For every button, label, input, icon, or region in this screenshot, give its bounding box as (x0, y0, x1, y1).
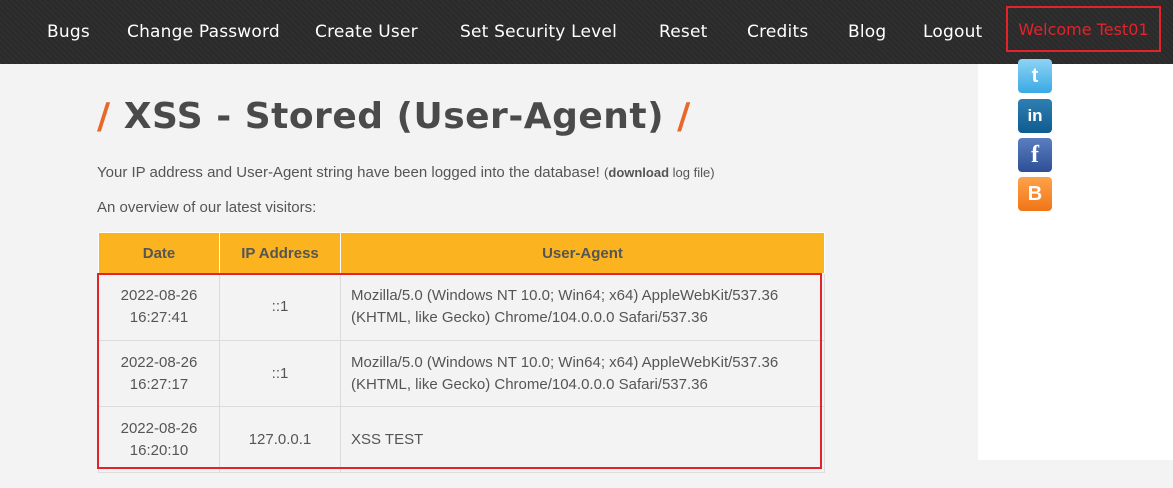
table-row: 2022-08-2616:27:41 ::1 Mozilla/5.0 (Wind… (98, 273, 825, 341)
table-row: 2022-08-2616:27:17 ::1 Mozilla/5.0 (Wind… (98, 340, 825, 407)
nav-credits[interactable]: Credits (747, 0, 808, 64)
intro-paragraph: Your IP address and User-Agent string ha… (97, 164, 715, 181)
row-ip: ::1 (219, 340, 341, 407)
page-title: / XSS - Stored (User-Agent) / (97, 96, 691, 142)
row-user-agent: XSS TEST (340, 406, 825, 473)
row-ua-line1: Mozilla/5.0 (Windows NT 10.0; Win64; x64… (351, 353, 779, 371)
row-date-time: 16:27:17 (129, 375, 189, 393)
visitor-log-table: Date IP Address User-Agent 2022-08-26 16:… (98, 232, 825, 473)
table-header-row: Date IP Address User-Agent (98, 232, 825, 274)
overview-text: An overview of our latest visitors: (97, 199, 317, 216)
row-date: 2022-08-26 16:27:41 (98, 273, 220, 341)
title-slash-left: / (97, 96, 124, 137)
page-title-text: XSS - Stored (User-Agent) (123, 96, 665, 137)
row-ua-line1: XSS TEST (351, 430, 424, 448)
welcome-user-label[interactable]: Welcome Test01 (1006, 6, 1161, 52)
row-ip: 127.0.0.1 (219, 406, 341, 473)
title-slash-right: / (664, 96, 691, 137)
nav-blog[interactable]: Blog (848, 0, 886, 64)
row-date-time: 16:20:10 (129, 441, 189, 459)
row-ip: ::1 (219, 273, 341, 341)
column-header-user-agent: User-Agent (340, 232, 825, 274)
row-date-day: 2022-08-26 (120, 287, 198, 304)
row-user-agent: Mozilla/5.0 (Windows NT 10.0; Win64; x64… (340, 273, 825, 341)
facebook-icon[interactable]: f (1018, 138, 1052, 172)
linkedin-icon[interactable]: in (1018, 99, 1052, 133)
row-date: 2022-08-26 16:20:10 (98, 406, 220, 473)
row-date-day: 2022-08-26 (120, 353, 198, 371)
twitter-icon[interactable]: t (1018, 59, 1052, 93)
row-date: 2022-08-26 16:27:17 (98, 340, 220, 407)
row-ua-line2: (KHTML, like Gecko) Chrome/104.0.0.0 Saf… (351, 375, 708, 393)
nav-create-user[interactable]: Create User (315, 0, 418, 64)
column-header-date: Date (98, 232, 220, 274)
row-date-time: 16:27:41 (129, 309, 189, 326)
download-log-note: (download log file) (604, 165, 715, 180)
column-header-ip: IP Address (219, 232, 341, 274)
row-ua-line1: Mozilla/5.0 (Windows NT 10.0; Win64; x64… (351, 287, 779, 304)
nav-logout[interactable]: Logout (923, 0, 982, 64)
row-ua-line2: (KHTML, like Gecko) Chrome/104.0.0.0 Saf… (351, 309, 708, 326)
right-sidebar (978, 64, 1173, 460)
nav-set-security-level[interactable]: Set Security Level (460, 0, 617, 64)
top-navigation-bar: Bugs Change Password Create User Set Sec… (0, 0, 1173, 64)
download-log-link[interactable]: download (608, 165, 669, 180)
row-user-agent: Mozilla/5.0 (Windows NT 10.0; Win64; x64… (340, 340, 825, 407)
blogger-icon[interactable]: B (1018, 177, 1052, 211)
row-date-day: 2022-08-26 (120, 419, 198, 437)
nav-reset[interactable]: Reset (659, 0, 708, 64)
nav-bugs[interactable]: Bugs (47, 0, 90, 64)
download-suffix: log file) (669, 165, 715, 180)
nav-change-password[interactable]: Change Password (127, 0, 280, 64)
intro-text: Your IP address and User-Agent string ha… (97, 164, 600, 181)
table-row: 2022-08-26 16:20:10 127.0.0.1 XSS TEST (98, 406, 825, 473)
